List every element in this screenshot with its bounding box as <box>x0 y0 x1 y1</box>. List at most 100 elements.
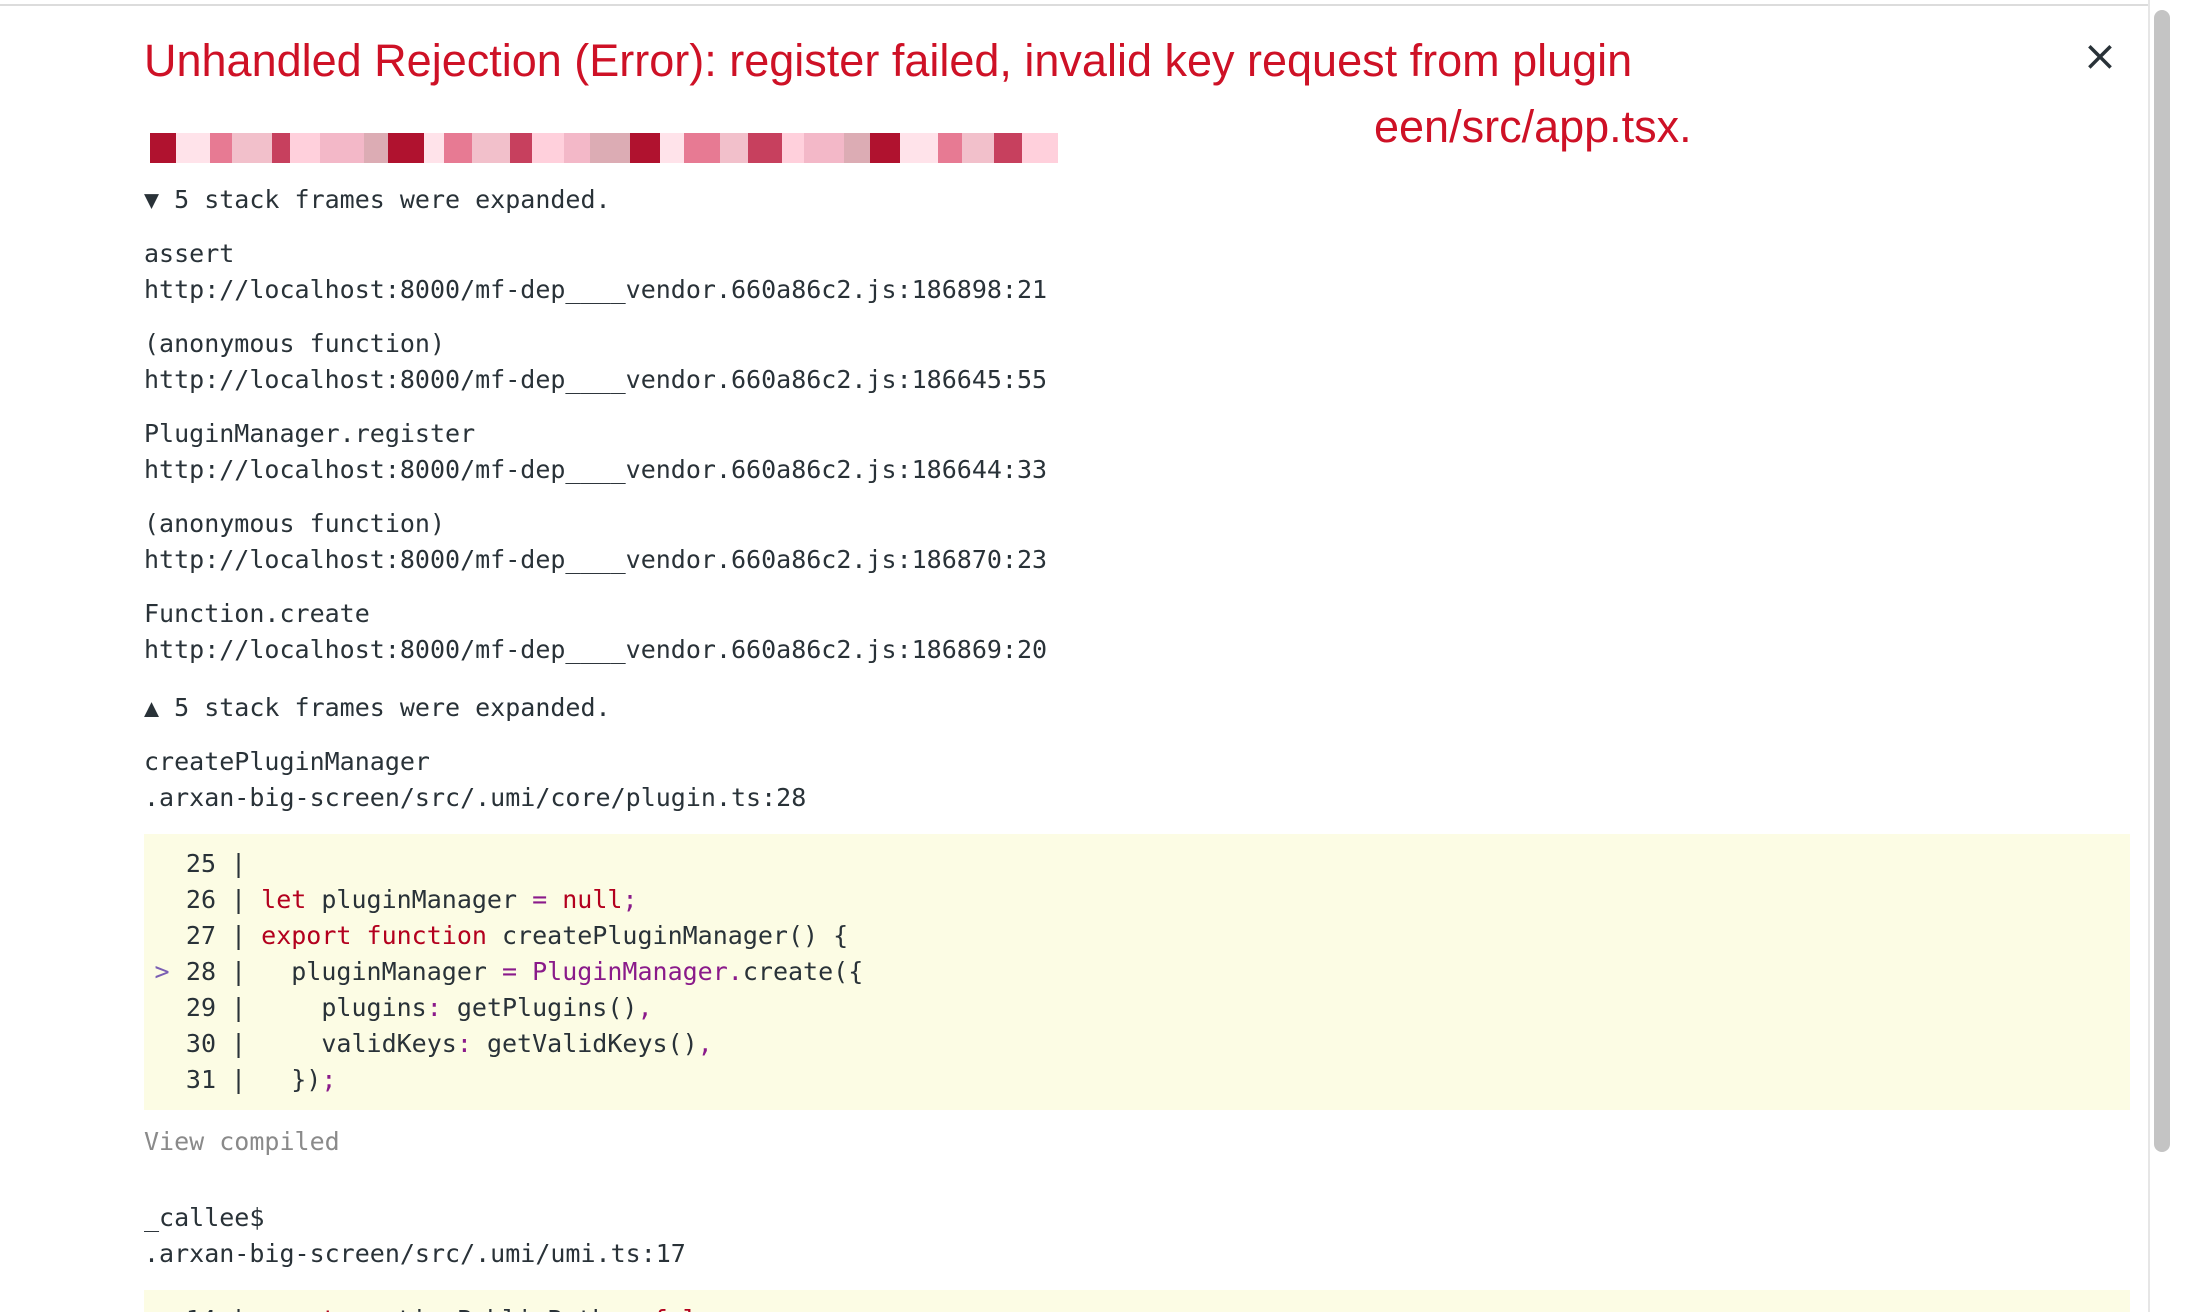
error-content: Unhandled Rejection (Error): register fa… <box>144 6 2130 1312</box>
redaction-pixel <box>900 133 938 163</box>
redaction-pixel <box>720 133 748 163</box>
redaction-pixel <box>804 133 844 163</box>
redacted-path-block <box>150 126 1400 170</box>
code-line-number: 30 <box>185 1029 216 1058</box>
code-token: = <box>532 885 548 914</box>
frame-location[interactable]: http://localhost:8000/mf-dep____vendor.6… <box>144 272 2130 308</box>
frame-location[interactable]: .arxan-big-screen/src/.umi/umi.ts:17 <box>144 1236 2130 1272</box>
code-token: pluginManager <box>261 957 502 986</box>
code-token: PluginManager <box>532 957 728 986</box>
code-snippet-plugin: 25 | 26 | let pluginManager = null; 27 | … <box>144 834 2130 1110</box>
stack-frame: PluginManager.register http://localhost:8… <box>144 416 2130 488</box>
stack-frame: assert http://localhost:8000/mf-dep____ve… <box>144 236 2130 308</box>
stack-frame: (anonymous function) http://localhost:800… <box>144 326 2130 398</box>
code-line-number: 14 <box>180 1302 216 1312</box>
frame-function-name: (anonymous function) <box>144 329 446 358</box>
stack-frame-create-plugin-manager: createPluginManager .arxan-big-screen/sr… <box>144 744 2130 816</box>
error-title-path-end: een/src/app.tsx. <box>1374 101 1692 152</box>
code-token: export <box>261 921 352 950</box>
error-title-line-1: Unhandled Rejection (Error): register fa… <box>144 35 1633 86</box>
code-line: 26 | let pluginManager = null; <box>144 882 2130 918</box>
redaction-pixel <box>590 133 630 163</box>
code-token: ; <box>728 1305 743 1312</box>
code-snippet-umi: 14 | const runtimePublicPath = false; <box>144 1290 2130 1312</box>
code-line: 31 | }); <box>144 1062 2130 1098</box>
code-token: validKeys <box>261 1029 457 1058</box>
code-token: . <box>727 957 743 986</box>
redaction-pixel <box>630 133 660 163</box>
stack-toggle-top[interactable]: ▼ 5 stack frames were expanded. <box>144 182 2130 218</box>
redaction-pixel <box>290 133 320 163</box>
code-line-number: 27 <box>185 921 216 950</box>
redaction-pixel <box>424 133 444 163</box>
code-line: 27 | export function createPluginManager… <box>144 918 2130 954</box>
redaction-pixel <box>684 133 720 163</box>
code-token: : <box>426 993 442 1022</box>
view-compiled-link[interactable]: View compiled <box>144 1124 2130 1160</box>
close-icon[interactable]: × <box>2080 35 2120 77</box>
error-title: Unhandled Rejection (Error): register fa… <box>144 28 2044 163</box>
stack-frame-callee: _callee$ .arxan-big-screen/src/.umi/umi.… <box>144 1200 2130 1272</box>
frame-location[interactable]: http://localhost:8000/mf-dep____vendor.6… <box>144 632 2130 668</box>
frame-location[interactable]: http://localhost:8000/mf-dep____vendor.6… <box>144 452 2130 488</box>
redaction-pixel <box>1022 133 1058 163</box>
code-line-separator: | <box>216 921 262 950</box>
code-token: false <box>653 1305 728 1312</box>
code-token: = <box>622 1305 637 1312</box>
code-token: function <box>366 921 487 950</box>
code-token: }) <box>261 1065 322 1094</box>
code-line: 25 | <box>144 846 2130 882</box>
code-token: , <box>637 993 653 1022</box>
code-line-separator: | <box>216 849 262 878</box>
scrollbar-thumb[interactable] <box>2154 10 2170 1152</box>
frame-location[interactable]: http://localhost:8000/mf-dep____vendor.6… <box>144 542 2130 578</box>
code-line-separator: | <box>216 993 262 1022</box>
code-token: createPluginManager() { <box>486 921 849 950</box>
code-token: ; <box>321 1065 337 1094</box>
code-token: = <box>501 957 518 986</box>
code-line: 30 | validKeys: getValidKeys(), <box>144 1026 2130 1062</box>
code-token: runtimePublicPath <box>336 1305 622 1312</box>
redaction-pixel <box>176 133 210 163</box>
stack-toggle-expanded[interactable]: ▲ 5 stack frames were expanded. <box>144 690 2130 726</box>
code-token: : <box>456 1029 472 1058</box>
redaction-pixel <box>564 133 590 163</box>
redaction-pixel <box>150 133 176 163</box>
code-line-separator: | <box>216 1305 261 1312</box>
code-token: ; <box>622 885 638 914</box>
redaction-pixel <box>510 133 532 163</box>
code-line-marker: > <box>154 957 170 986</box>
error-overlay: Unhandled Rejection (Error): register fa… <box>0 6 2148 1312</box>
code-line-number: 28 <box>185 957 216 986</box>
code-token: getPlugins() <box>441 993 638 1022</box>
code-line-separator: | <box>216 957 262 986</box>
stack-frames-top: assert http://localhost:8000/mf-dep____ve… <box>144 236 2130 668</box>
code-line: >28 | pluginManager = PluginManager.crea… <box>144 954 2130 990</box>
frame-function-name: createPluginManager <box>144 747 430 776</box>
code-token: create({ <box>742 957 864 986</box>
redaction-pixel <box>320 133 364 163</box>
code-line: 14 | const runtimePublicPath = false; <box>144 1302 2130 1312</box>
code-line-number: 29 <box>185 993 216 1022</box>
code-token: plugins <box>261 993 427 1022</box>
stack-frame: Function.create http://localhost:8000/mf-… <box>144 596 2130 668</box>
frame-function-name: PluginManager.register <box>144 419 476 448</box>
frame-function-name: (anonymous function) <box>144 509 446 538</box>
redaction-pixel <box>388 133 424 163</box>
frame-function-name: assert <box>144 239 235 268</box>
redaction-pixel <box>938 133 962 163</box>
code-token: let <box>261 885 307 914</box>
redaction-pixel <box>660 133 684 163</box>
code-token: pluginManager <box>306 885 533 914</box>
code-line: 29 | plugins: getPlugins(), <box>144 990 2130 1026</box>
redaction-pixel <box>210 133 232 163</box>
redaction-pixel <box>870 133 900 163</box>
redaction-pixel <box>532 133 564 163</box>
redaction-pixel <box>472 133 510 163</box>
frame-location[interactable]: .arxan-big-screen/src/.umi/core/plugin.t… <box>144 780 2130 816</box>
frame-location[interactable]: http://localhost:8000/mf-dep____vendor.6… <box>144 362 2130 398</box>
redaction-pixel <box>962 133 994 163</box>
